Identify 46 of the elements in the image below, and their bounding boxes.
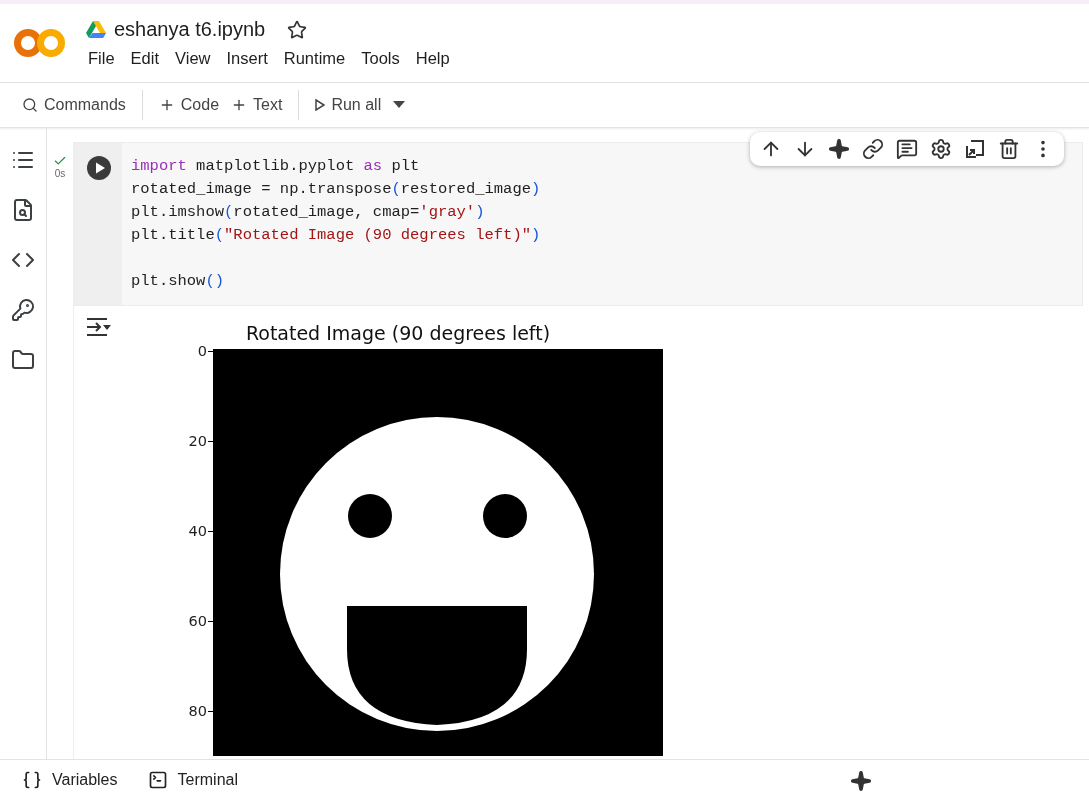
- braces-icon: [22, 770, 42, 790]
- menu-item[interactable]: Edit: [130, 49, 176, 68]
- y-tick-label: 20: [188, 433, 207, 450]
- code-line: rotated_image = np.transpose(restored_image): [131, 179, 541, 200]
- drive-icon: [86, 20, 106, 39]
- plot-title: Rotated Image (90 degrees left): [244, 322, 552, 344]
- star-icon[interactable]: [287, 19, 308, 40]
- sparkle-icon[interactable]: [828, 138, 850, 160]
- play-icon: [315, 99, 326, 111]
- commands-button[interactable]: Commands: [16, 92, 132, 118]
- folder-icon[interactable]: [11, 348, 35, 372]
- find-icon[interactable]: [11, 198, 35, 222]
- code-line: plt.imshow(rotated_image, cmap='gray'): [131, 202, 486, 223]
- caret-icon: [393, 101, 406, 109]
- notebook-title[interactable]: eshanya t6.ipynb: [114, 18, 266, 41]
- logo-icon: [14, 26, 66, 60]
- y-tick-label: 0: [197, 343, 207, 360]
- menu-item[interactable]: Help: [415, 49, 466, 68]
- menu-item[interactable]: Insert: [226, 49, 284, 68]
- run-cell-button[interactable]: [85, 155, 112, 181]
- settings-icon[interactable]: [930, 138, 952, 160]
- y-tick-label: 80: [188, 703, 207, 720]
- y-tick-label: 40: [188, 523, 207, 540]
- search-icon: [22, 97, 38, 113]
- add-cell-button[interactable]: Text: [225, 92, 289, 118]
- code-line: import matplotlib.pyplot as plt: [131, 156, 421, 177]
- add-cell-button[interactable]: Code: [152, 92, 226, 118]
- comment-icon[interactable]: [896, 138, 918, 160]
- menu-item[interactable]: File: [88, 49, 131, 68]
- code-line: plt.title("Rotated Image (90 degrees left)"): [131, 225, 541, 246]
- sparkle-icon[interactable]: [850, 770, 872, 792]
- output-actions-icon[interactable]: [84, 316, 111, 338]
- mirror-cell-icon[interactable]: [964, 138, 986, 160]
- panel-button[interactable]: Variables: [22, 770, 118, 790]
- code-line: plt.show(): [131, 271, 226, 292]
- delete-icon[interactable]: [998, 138, 1020, 160]
- menu-item[interactable]: Tools: [361, 49, 416, 68]
- panel-button[interactable]: Terminal: [147, 770, 238, 790]
- run-duration: 0s: [54, 168, 66, 179]
- key-icon[interactable]: [11, 298, 35, 322]
- menu-item[interactable]: View: [175, 49, 227, 68]
- terminal-icon: [147, 770, 168, 790]
- y-tick-label: 60: [188, 613, 207, 630]
- run-all-button[interactable]: Run all: [309, 92, 388, 118]
- menu-item[interactable]: Runtime: [283, 49, 362, 68]
- link-icon[interactable]: [862, 138, 884, 160]
